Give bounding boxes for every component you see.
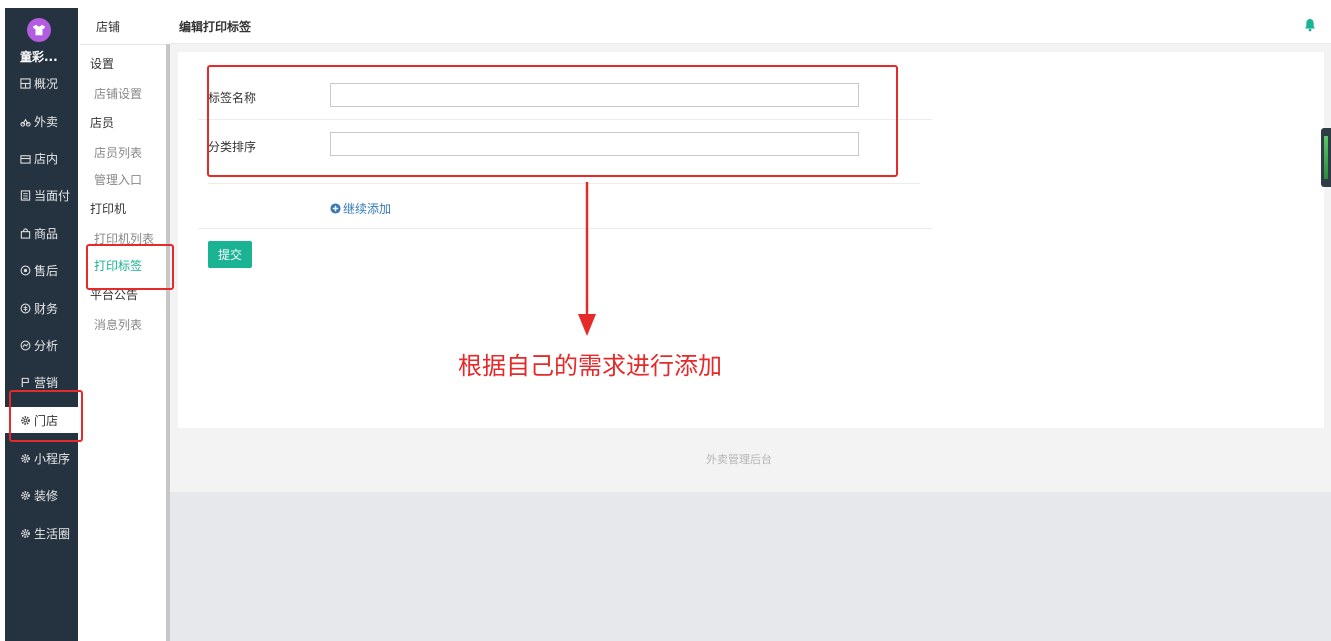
side-widget-bar bbox=[1324, 136, 1328, 179]
subnav-group-settings: 设置 bbox=[90, 57, 115, 71]
nav-item-label: 分析 bbox=[34, 338, 59, 353]
delivery-icon bbox=[19, 115, 31, 127]
money-icon bbox=[19, 302, 31, 314]
nav-item-analytics[interactable]: 分析 bbox=[5, 332, 78, 358]
nav-item-label: 财务 bbox=[34, 301, 59, 316]
tshirt-icon bbox=[32, 24, 46, 36]
annotation-box-form bbox=[207, 65, 898, 177]
nav-item-products[interactable]: 商品 bbox=[5, 220, 78, 246]
subnav-link-message-list[interactable]: 消息列表 bbox=[94, 316, 142, 333]
page-title: 编辑打印标签 bbox=[179, 20, 252, 34]
subnav-group-printer: 打印机 bbox=[90, 202, 127, 216]
nav-item-label: 装修 bbox=[34, 488, 59, 503]
side-widget-handle[interactable] bbox=[1321, 128, 1331, 187]
nav-item-label: 营销 bbox=[34, 375, 59, 390]
brand-logo[interactable] bbox=[27, 18, 51, 42]
sidebar-scrollbar[interactable] bbox=[166, 44, 170, 641]
nav-item-finance[interactable]: 财务 bbox=[5, 295, 78, 321]
nav-item-after-sales[interactable]: 售后 bbox=[5, 257, 78, 283]
annotation-box-stores bbox=[9, 390, 83, 442]
nav-item-face-pay[interactable]: 当面付 bbox=[5, 182, 78, 208]
nav-item-label: 小程序 bbox=[34, 451, 71, 466]
gear-icon bbox=[19, 452, 31, 464]
nav-item-in-store[interactable]: 店内 bbox=[5, 145, 78, 171]
store-icon bbox=[19, 152, 31, 164]
subnav-group-staff: 店员 bbox=[90, 116, 115, 130]
nav-item-label: 概况 bbox=[34, 76, 59, 91]
dashboard-icon bbox=[19, 77, 31, 89]
form-divider bbox=[198, 228, 932, 229]
bag-icon bbox=[19, 227, 31, 239]
nav-item-label: 店内 bbox=[34, 151, 59, 166]
subnav-divider bbox=[80, 44, 166, 45]
annotation-text: 根据自己的需求进行添加 bbox=[458, 352, 722, 380]
subnav-link-staff-list[interactable]: 店员列表 bbox=[94, 144, 142, 161]
receipt-icon bbox=[19, 189, 31, 201]
analytics-icon bbox=[19, 339, 31, 351]
main-sidebar: 童彩... 概况 外卖 店内 当面付 商品 售后 财务 分析 营销 门店 小程序… bbox=[5, 8, 78, 641]
nav-item-decoration[interactable]: 装修 bbox=[5, 482, 78, 508]
nav-item-label: 商品 bbox=[34, 226, 59, 241]
top-bar: 编辑打印标签 bbox=[170, 8, 1331, 44]
secondary-sidebar: 店铺 设置 店铺设置 店员 店员列表 管理入口 打印机 打印机列表 打印标签 平… bbox=[80, 8, 166, 641]
plus-circle-icon bbox=[330, 203, 341, 214]
gear-icon bbox=[19, 489, 31, 501]
annotation-box-print-label bbox=[86, 244, 174, 290]
form-divider bbox=[208, 183, 920, 184]
nav-item-delivery[interactable]: 外卖 bbox=[5, 108, 78, 134]
annotation-arrow bbox=[578, 182, 596, 336]
nav-item-life-circle[interactable]: 生活圈 bbox=[5, 520, 78, 546]
footer-text: 外卖管理后台 bbox=[706, 453, 772, 466]
add-more-label: 继续添加 bbox=[343, 202, 392, 216]
nav-item-mini-program[interactable]: 小程序 bbox=[5, 445, 78, 471]
gear-icon bbox=[19, 527, 31, 539]
nav-item-label: 外卖 bbox=[34, 114, 59, 129]
brand-name: 童彩... bbox=[20, 50, 58, 64]
subnav-link-store-settings[interactable]: 店铺设置 bbox=[94, 85, 142, 102]
submit-button[interactable]: 提交 bbox=[208, 241, 252, 268]
flag-icon bbox=[19, 376, 31, 388]
nav-item-label: 当面付 bbox=[34, 188, 71, 203]
nav-item-overview[interactable]: 概况 bbox=[5, 70, 78, 96]
nav-item-label: 生活圈 bbox=[34, 526, 71, 541]
add-more-link[interactable]: 继续添加 bbox=[330, 200, 391, 217]
nav-item-label: 售后 bbox=[34, 263, 59, 278]
bell-icon[interactable] bbox=[1303, 18, 1317, 32]
subnav-link-admin-entry[interactable]: 管理入口 bbox=[94, 171, 142, 188]
service-icon bbox=[19, 264, 31, 276]
subnav-title: 店铺 bbox=[96, 20, 121, 34]
